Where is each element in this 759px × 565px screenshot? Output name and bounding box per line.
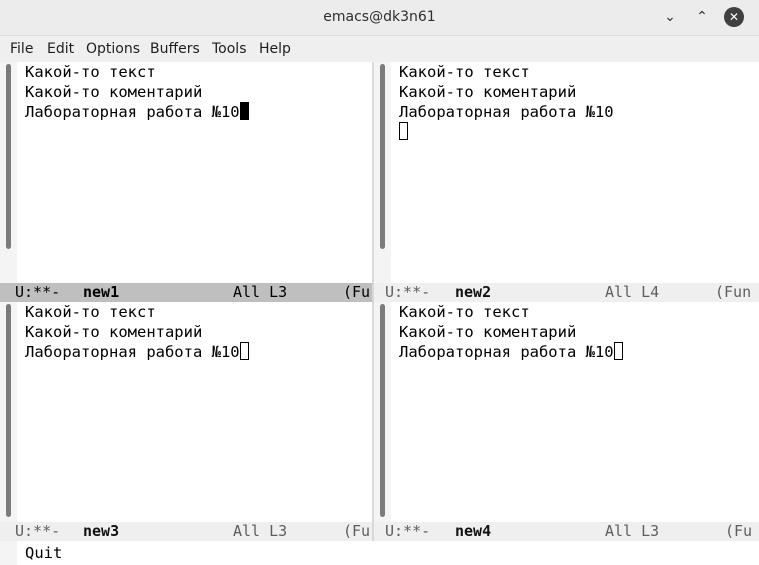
title-bar: emacs@dk3n61 ⌄ ⌃ ✕ (0, 0, 759, 36)
text-line: Какой-то текст (25, 63, 156, 81)
mode-line-status: U:**- (15, 522, 61, 540)
window-title: emacs@dk3n61 (323, 9, 436, 25)
minimize-button[interactable]: ⌄ (658, 5, 682, 29)
mode-line-buffer-name[interactable]: new2 (455, 283, 491, 302)
left-fringe (0, 541, 17, 565)
mode-line-status: U:**- (385, 283, 431, 301)
editor-window-new2[interactable]: Какой-то текст Какой-то коментарий Лаборат… (374, 62, 759, 283)
text-line-with-cursor: Лабораторная работа №10 (25, 102, 249, 122)
editor-window-new4[interactable]: Какой-то текст Какой-то коментарий Лаборат… (374, 302, 759, 523)
mode-line-mode[interactable]: (Fu (343, 283, 370, 302)
buffer-text[interactable]: Какой-то текст Какой-то коментарий Лаборат… (25, 302, 249, 362)
echo-area-message: Quit (25, 544, 63, 562)
buffer-text[interactable]: Какой-то текст Какой-то коментарий Лаборат… (25, 62, 249, 122)
scrollbar-thumb[interactable] (6, 64, 11, 249)
close-button[interactable]: ✕ (724, 7, 744, 27)
text-line: Какой-то коментарий (399, 323, 577, 341)
mode-line-mode[interactable]: (Fun (715, 283, 751, 302)
text-line: Лабораторная работа №10 (399, 103, 614, 121)
menu-help[interactable]: Help (259, 41, 291, 57)
text-line: Какой-то коментарий (25, 323, 203, 341)
mode-line-buffer-name[interactable]: new4 (455, 522, 491, 541)
mode-line-position: All L3 (233, 283, 288, 301)
mode-line-status: U:**- (385, 522, 431, 540)
text-line: Какой-то коментарий (25, 83, 203, 101)
menu-options[interactable]: Options (86, 41, 140, 57)
menu-edit[interactable]: Edit (47, 41, 74, 57)
text-line: Какой-то текст (25, 303, 156, 321)
text-line-with-cursor: Лабораторная работа №10 (399, 342, 623, 362)
mode-line-position: All L3 (233, 522, 288, 540)
mode-line-new3[interactable]: U:**- new3 All L3 (Fu (0, 522, 372, 541)
menu-buffers[interactable]: Buffers (150, 41, 200, 57)
window-divider[interactable] (372, 62, 374, 541)
mode-line-new2[interactable]: U:**- new2 All L4 (Fun (374, 283, 759, 302)
editor-window-new1[interactable]: Какой-то текст Какой-то коментарий Лаборат… (0, 62, 372, 283)
menu-bar: File Edit Options Buffers Tools Help (0, 36, 759, 62)
text-line: Какой-то коментарий (399, 83, 577, 101)
editor-window-new3[interactable]: Какой-то текст Какой-то коментарий Лаборат… (0, 302, 372, 523)
mode-line-mode[interactable]: (Fu (343, 522, 370, 541)
menu-tools[interactable]: Tools (212, 41, 247, 57)
scrollbar-thumb[interactable] (6, 304, 11, 517)
text-line-with-cursor: Лабораторная работа №10 (25, 342, 249, 362)
text-cursor (399, 122, 408, 140)
buffer-text[interactable]: Какой-то текст Какой-то коментарий Лаборат… (399, 62, 614, 142)
text-line: Какой-то текст (399, 303, 530, 321)
text-cursor (613, 342, 623, 360)
text-cursor (239, 102, 249, 120)
scrollbar-thumb[interactable] (380, 64, 385, 249)
mode-line-mode[interactable]: (Fu (725, 522, 752, 541)
mode-line-position: All L4 (605, 283, 660, 301)
minibuffer[interactable]: Quit (0, 541, 759, 565)
menu-file[interactable]: File (10, 41, 33, 57)
mode-line-new4[interactable]: U:**- new4 All L3 (Fu (374, 522, 759, 541)
scrollbar-thumb[interactable] (380, 304, 385, 517)
buffer-text[interactable]: Какой-то текст Какой-то коментарий Лаборат… (399, 302, 623, 362)
text-cursor (239, 342, 249, 360)
text-line-with-cursor (399, 122, 614, 142)
mode-line-position: All L3 (605, 522, 660, 540)
maximize-button[interactable]: ⌃ (690, 5, 714, 29)
mode-line-new1[interactable]: U:**- new1 All L3 (Fu (0, 283, 372, 302)
mode-line-buffer-name[interactable]: new1 (83, 283, 119, 302)
mode-line-status: U:**- (15, 283, 61, 301)
mode-line-buffer-name[interactable]: new3 (83, 522, 119, 541)
text-line: Какой-то текст (399, 63, 530, 81)
